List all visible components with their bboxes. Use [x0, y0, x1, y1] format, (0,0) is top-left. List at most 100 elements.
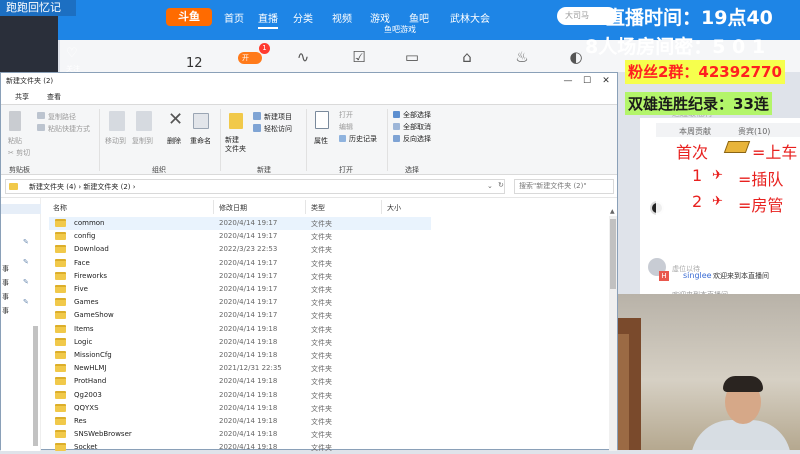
- paste-shortcut-button[interactable]: 粘贴快捷方式: [48, 124, 90, 134]
- new-item-icon[interactable]: [253, 112, 261, 120]
- nav-item[interactable]: 事: [2, 306, 9, 316]
- gift-icon[interactable]: ⌂: [458, 48, 476, 66]
- paste-button[interactable]: 粘贴: [8, 136, 22, 146]
- rename-icon[interactable]: [193, 113, 209, 129]
- move-to-button[interactable]: 移动到: [105, 136, 126, 146]
- dropdown-chevron-icon[interactable]: ⌄: [487, 182, 493, 190]
- nav-category[interactable]: 分类: [293, 10, 313, 25]
- minimize-icon[interactable]: —: [559, 74, 577, 88]
- file-row[interactable]: common 2020/4/14 19:17 文件夹: [49, 217, 431, 230]
- column-divider[interactable]: [381, 200, 382, 214]
- waveform-icon[interactable]: ∿: [294, 48, 312, 66]
- file-row[interactable]: SNSWebBrowser 2020/4/14 19:18 文件夹: [49, 428, 431, 441]
- file-row[interactable]: Logic 2020/4/14 19:18 文件夹: [49, 336, 431, 349]
- close-icon[interactable]: ✕: [597, 74, 615, 88]
- properties-button[interactable]: 属性: [314, 136, 328, 146]
- file-row[interactable]: Games 2020/4/14 19:17 文件夹: [49, 296, 431, 309]
- site-logo[interactable]: 斗鱼: [166, 8, 212, 26]
- nav-scrollbar[interactable]: [33, 326, 38, 446]
- file-row[interactable]: ProtHand 2020/4/14 19:18 文件夹: [49, 375, 431, 388]
- invert-selection-icon[interactable]: [393, 135, 400, 142]
- file-row[interactable]: Items 2020/4/14 19:18 文件夹: [49, 323, 431, 336]
- title-bar[interactable]: 新建文件夹 (2) — ☐ ✕: [1, 73, 617, 89]
- scrollbar-thumb[interactable]: [610, 219, 616, 289]
- pin-icon[interactable]: ✎: [23, 238, 29, 246]
- column-divider[interactable]: [213, 200, 214, 214]
- clipboard-check-icon[interactable]: ☑: [350, 48, 368, 66]
- refresh-icon[interactable]: ↻: [498, 181, 504, 189]
- file-row[interactable]: Qg2003 2020/4/14 19:18 文件夹: [49, 389, 431, 402]
- file-row[interactable]: Face 2020/4/14 19:17 文件夹: [49, 257, 431, 270]
- new-item-button[interactable]: 新建项目: [264, 112, 292, 122]
- pin-icon[interactable]: ✎: [23, 298, 29, 306]
- copy-path-icon[interactable]: [37, 112, 45, 119]
- file-row[interactable]: Socket 2020/4/14 19:18 文件夹: [49, 441, 431, 454]
- delete-button[interactable]: 删除: [167, 136, 181, 146]
- tab-vip[interactable]: 贵宾(10): [738, 126, 770, 137]
- tab-share[interactable]: 共享: [15, 92, 29, 102]
- nav-video[interactable]: 视频: [332, 10, 352, 25]
- nav-fishbar[interactable]: 鱼吧: [409, 10, 429, 25]
- history-button[interactable]: 历史记录: [349, 134, 377, 144]
- easy-access-icon[interactable]: [253, 124, 261, 132]
- column-name[interactable]: 名称: [53, 203, 67, 213]
- fire-icon[interactable]: ♨: [513, 48, 531, 66]
- select-all-icon[interactable]: [393, 111, 400, 118]
- cut-button[interactable]: ✂ 剪切: [8, 148, 30, 158]
- select-none-icon[interactable]: [393, 123, 400, 130]
- file-row[interactable]: MissionCfg 2020/4/14 19:18 文件夹: [49, 349, 431, 362]
- heart-icon[interactable]: ♡: [66, 46, 80, 61]
- open-button[interactable]: 打开: [339, 110, 353, 120]
- nav-selected-item[interactable]: [1, 204, 41, 214]
- tab-weekly-contribution[interactable]: 本周贡献: [679, 126, 711, 137]
- nav-wulin[interactable]: 武林大会: [450, 10, 490, 25]
- nav-live[interactable]: 直播: [258, 10, 278, 29]
- ad-icon[interactable]: ▭: [403, 48, 421, 66]
- pk-icon[interactable]: ◐: [567, 48, 585, 66]
- file-row[interactable]: Download 2022/3/23 22:53 文件夹: [49, 243, 431, 256]
- copy-to-icon[interactable]: [136, 111, 152, 131]
- column-divider[interactable]: [305, 200, 306, 214]
- maximize-icon[interactable]: ☐: [578, 74, 596, 88]
- nav-games[interactable]: 游戏: [370, 10, 390, 25]
- column-type[interactable]: 类型: [311, 203, 325, 213]
- properties-icon[interactable]: [315, 111, 329, 129]
- file-row[interactable]: Res 2020/4/14 19:18 文件夹: [49, 415, 431, 428]
- on-toggle[interactable]: 开: [238, 52, 262, 64]
- file-row[interactable]: Five 2020/4/14 19:17 文件夹: [49, 283, 431, 296]
- sub-nav[interactable]: 鱼吧游戏: [384, 24, 416, 35]
- invert-selection-button[interactable]: 反向选择: [403, 134, 431, 144]
- nav-home[interactable]: 首页: [224, 10, 244, 25]
- paste-shortcut-icon[interactable]: [37, 124, 45, 131]
- pin-icon[interactable]: ✎: [23, 258, 29, 266]
- select-all-button[interactable]: 全部选择: [403, 110, 431, 120]
- select-none-button[interactable]: 全部取消: [403, 122, 431, 132]
- scroll-up-icon[interactable]: ▲: [610, 208, 615, 215]
- breadcrumb[interactable]: 新建文件夹 (4) › 新建文件夹 (2) ›: [29, 182, 136, 192]
- nav-item[interactable]: 事: [2, 278, 9, 288]
- file-row[interactable]: QQYXS 2020/4/14 19:18 文件夹: [49, 402, 431, 415]
- file-row[interactable]: GameShow 2020/4/14 19:17 文件夹: [49, 309, 431, 322]
- nav-item[interactable]: 事: [2, 292, 9, 302]
- pin-icon[interactable]: ✎: [23, 278, 29, 286]
- delete-icon[interactable]: ✕: [168, 109, 183, 130]
- column-size[interactable]: 大小: [387, 203, 401, 213]
- move-to-icon[interactable]: [109, 111, 125, 131]
- column-date[interactable]: 修改日期: [219, 203, 247, 213]
- copy-path-button[interactable]: 复制路径: [48, 112, 76, 122]
- edit-button[interactable]: 编辑: [339, 122, 353, 132]
- chat-username[interactable]: singlee: [683, 271, 712, 280]
- tab-view[interactable]: 查看: [47, 92, 61, 102]
- file-row[interactable]: NewHLMJ 2021/12/31 22:35 文件夹: [49, 362, 431, 375]
- copy-to-button[interactable]: 复制到: [132, 136, 153, 146]
- new-folder-button[interactable]: 新建 文件夹: [225, 136, 246, 154]
- folder-search-input[interactable]: 搜索"新建文件夹 (2)": [514, 179, 614, 194]
- nav-item[interactable]: 事: [2, 264, 9, 274]
- history-icon[interactable]: [339, 135, 346, 142]
- file-row[interactable]: config 2020/4/14 19:17 文件夹: [49, 230, 431, 243]
- new-folder-icon[interactable]: [229, 113, 243, 129]
- easy-access-button[interactable]: 轻松访问: [264, 124, 292, 134]
- rename-button[interactable]: 重命名: [190, 136, 211, 146]
- file-row[interactable]: Fireworks 2020/4/14 19:17 文件夹: [49, 270, 431, 283]
- paste-icon[interactable]: [9, 111, 21, 131]
